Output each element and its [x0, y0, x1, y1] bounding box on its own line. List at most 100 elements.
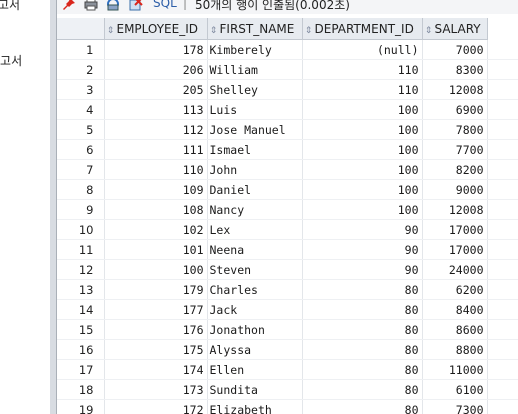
cell-first-name[interactable]: Steven [207, 259, 303, 280]
cell-first-name[interactable]: Ismael [207, 139, 303, 160]
row-number[interactable]: 5 [57, 119, 105, 140]
table-row[interactable]: 5 112 Jose Manuel 100 7800 [57, 119, 518, 140]
row-number[interactable]: 13 [57, 279, 105, 300]
table-row[interactable]: 6 111 Ismael 100 7700 [57, 139, 518, 160]
cell-salary[interactable]: 8600 [422, 319, 488, 340]
row-number[interactable]: 8 [57, 179, 105, 200]
table-row[interactable]: 14 177 Jack 80 8400 [57, 299, 518, 320]
cell-salary[interactable]: 8400 [422, 299, 488, 320]
table-row[interactable]: 18 173 Sundita 80 6100 [57, 379, 518, 400]
row-number[interactable]: 7 [57, 159, 105, 180]
cell-salary[interactable]: 9000 [422, 179, 488, 200]
row-number[interactable]: 14 [57, 299, 105, 320]
column-header-first-name[interactable]: ⇕ FIRST_NAME [207, 18, 303, 40]
sort-icon[interactable]: ⇕ [303, 26, 315, 36]
cell-department-id[interactable]: (null) [302, 39, 423, 60]
row-number[interactable]: 6 [57, 139, 105, 160]
sort-icon[interactable]: ⇕ [423, 26, 435, 36]
pin-icon[interactable] [62, 0, 76, 13]
cell-salary[interactable]: 24000 [422, 259, 488, 280]
cell-department-id[interactable]: 80 [302, 299, 423, 320]
cell-first-name[interactable]: Shelley [207, 79, 303, 100]
column-header-salary[interactable]: ⇕ SALARY [422, 18, 488, 40]
cell-first-name[interactable]: Elizabeth [207, 399, 303, 414]
table-row[interactable]: 10 102 Lex 90 17000 [57, 219, 518, 240]
cell-employee-id[interactable]: 179 [104, 279, 208, 300]
cell-department-id[interactable]: 80 [302, 399, 423, 414]
cell-salary[interactable]: 6200 [422, 279, 488, 300]
row-number[interactable]: 19 [57, 399, 105, 414]
cell-employee-id[interactable]: 113 [104, 99, 208, 120]
table-row[interactable]: 1 178 Kimberely (null) 7000 [57, 39, 518, 60]
cell-department-id[interactable]: 80 [302, 379, 423, 400]
cell-salary[interactable]: 7700 [422, 139, 488, 160]
table-row[interactable]: 19 172 Elizabeth 80 7300 [57, 399, 518, 414]
row-number[interactable]: 12 [57, 259, 105, 280]
cell-first-name[interactable]: William [207, 59, 303, 80]
cell-first-name[interactable]: Jack [207, 299, 303, 320]
cell-first-name[interactable]: Luis [207, 99, 303, 120]
table-row[interactable]: 7 110 John 100 8200 [57, 159, 518, 180]
column-header-employee-id[interactable]: ⇕ EMPLOYEE_ID [104, 18, 208, 40]
cell-salary[interactable]: 8200 [422, 159, 488, 180]
row-number[interactable]: 4 [57, 99, 105, 120]
sql-link[interactable]: SQL [153, 0, 177, 12]
table-row[interactable]: 16 175 Alyssa 80 8800 [57, 339, 518, 360]
row-number[interactable]: 17 [57, 359, 105, 380]
cell-employee-id[interactable]: 109 [104, 179, 208, 200]
cell-department-id[interactable]: 90 [302, 219, 423, 240]
cell-salary[interactable]: 6900 [422, 99, 488, 120]
cell-employee-id[interactable]: 111 [104, 139, 208, 160]
cell-department-id[interactable]: 100 [302, 179, 423, 200]
table-row[interactable]: 4 113 Luis 100 6900 [57, 99, 518, 120]
cell-first-name[interactable]: Kimberely [207, 39, 303, 60]
cell-department-id[interactable]: 80 [302, 319, 423, 340]
cell-first-name[interactable]: Ellen [207, 359, 303, 380]
cell-salary[interactable]: 8300 [422, 59, 488, 80]
column-header-department-id[interactable]: ⇕ DEPARTMENT_ID [302, 18, 423, 40]
cell-employee-id[interactable]: 100 [104, 259, 208, 280]
refresh-icon[interactable] [106, 0, 120, 13]
cell-department-id[interactable]: 100 [302, 199, 423, 220]
cell-employee-id[interactable]: 205 [104, 79, 208, 100]
cell-salary[interactable]: 12008 [422, 199, 488, 220]
cell-salary[interactable]: 7000 [422, 39, 488, 60]
cell-department-id[interactable]: 80 [302, 339, 423, 360]
cell-employee-id[interactable]: 172 [104, 399, 208, 414]
row-number[interactable]: 1 [57, 39, 105, 60]
table-row[interactable]: 9 108 Nancy 100 12008 [57, 199, 518, 220]
cell-salary[interactable]: 17000 [422, 239, 488, 260]
cell-department-id[interactable]: 110 [302, 59, 423, 80]
cell-department-id[interactable]: 100 [302, 119, 423, 140]
cell-department-id[interactable]: 80 [302, 359, 423, 380]
row-number[interactable]: 9 [57, 199, 105, 220]
cell-employee-id[interactable]: 206 [104, 59, 208, 80]
cell-salary[interactable]: 17000 [422, 219, 488, 240]
cell-employee-id[interactable]: 177 [104, 299, 208, 320]
cell-employee-id[interactable]: 102 [104, 219, 208, 240]
cell-first-name[interactable]: Jonathon [207, 319, 303, 340]
sidebar-item[interactable]: 고서 [0, 0, 50, 13]
table-row[interactable]: 12 100 Steven 90 24000 [57, 259, 518, 280]
sort-icon[interactable]: ⇕ [208, 26, 220, 36]
table-row[interactable]: 2 206 William 110 8300 [57, 59, 518, 80]
cell-employee-id[interactable]: 110 [104, 159, 208, 180]
cell-department-id[interactable]: 100 [302, 99, 423, 120]
cell-employee-id[interactable]: 101 [104, 239, 208, 260]
table-row[interactable]: 11 101 Neena 90 17000 [57, 239, 518, 260]
cell-salary[interactable]: 7800 [422, 119, 488, 140]
cell-salary[interactable]: 7300 [422, 399, 488, 414]
cell-employee-id[interactable]: 176 [104, 319, 208, 340]
cell-employee-id[interactable]: 175 [104, 339, 208, 360]
cell-department-id[interactable]: 90 [302, 239, 423, 260]
row-number[interactable]: 15 [57, 319, 105, 340]
cell-department-id[interactable]: 80 [302, 279, 423, 300]
cell-salary[interactable]: 11000 [422, 359, 488, 380]
cell-employee-id[interactable]: 174 [104, 359, 208, 380]
cell-first-name[interactable]: John [207, 159, 303, 180]
export-icon[interactable] [129, 0, 143, 13]
cell-employee-id[interactable]: 178 [104, 39, 208, 60]
row-number[interactable]: 2 [57, 59, 105, 80]
cell-employee-id[interactable]: 173 [104, 379, 208, 400]
table-row[interactable]: 17 174 Ellen 80 11000 [57, 359, 518, 380]
